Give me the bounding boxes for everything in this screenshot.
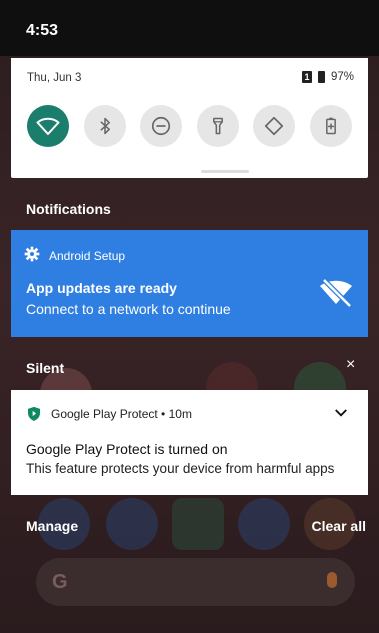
home-app-icon — [172, 498, 224, 550]
qs-date[interactable]: Thu, Jun 3 — [27, 72, 81, 84]
battery-icon — [317, 71, 325, 83]
chevron-down-icon[interactable] — [332, 404, 350, 422]
silent-section-header: Silent — [26, 360, 65, 376]
auto-rotate-icon — [265, 116, 284, 136]
qs-tiles — [27, 105, 352, 147]
battery-percent: 97% — [330, 71, 354, 83]
do-not-disturb-icon — [152, 116, 171, 136]
search-bar[interactable]: G — [36, 558, 355, 606]
clear-all-button[interactable]: Clear all — [312, 518, 366, 534]
shield-icon — [28, 406, 40, 421]
notification-app-name: Android Setup — [49, 249, 126, 263]
manage-button[interactable]: Manage — [26, 518, 78, 534]
qs-status-icons: 1 97% — [301, 71, 354, 83]
home-app-icon — [238, 498, 290, 550]
android-setup-notification[interactable]: Android Setup App updates are ready Conn… — [11, 230, 368, 337]
flashlight-icon — [212, 117, 223, 135]
notification-app-meta: Google Play Protect • 10m — [51, 407, 192, 421]
battery-saver-icon — [326, 117, 336, 135]
gear-icon — [24, 246, 40, 262]
wifi-tile[interactable] — [27, 105, 69, 147]
bluetooth-tile[interactable] — [83, 105, 126, 147]
close-icon[interactable]: × — [346, 356, 355, 374]
microphone-icon[interactable] — [327, 572, 337, 588]
qs-drag-handle[interactable] — [201, 170, 249, 173]
notification-title: App updates are ready — [26, 280, 177, 296]
home-app-icon — [106, 498, 158, 550]
notification-text: Connect to a network to continue — [26, 301, 231, 317]
notifications-header: Notifications — [26, 201, 111, 217]
auto-rotate-tile[interactable] — [253, 105, 296, 147]
status-bar: 4:53 — [0, 0, 379, 56]
play-protect-notification[interactable]: Google Play Protect • 10m Google Play Pr… — [11, 390, 368, 495]
notification-title: Google Play Protect is turned on — [26, 441, 228, 457]
sim-icon: 1 — [301, 71, 312, 83]
quick-settings-panel: Thu, Jun 3 1 97% — [11, 58, 368, 178]
bluetooth-icon — [99, 117, 110, 135]
wifi-off-icon — [320, 278, 352, 308]
notification-text: This feature protects your device from h… — [26, 461, 335, 476]
google-logo: G — [52, 571, 68, 593]
status-time: 4:53 — [26, 22, 59, 39]
wifi-icon — [36, 117, 60, 135]
flashlight-tile[interactable] — [196, 105, 239, 147]
dnd-tile[interactable] — [140, 105, 183, 147]
battery-saver-tile[interactable] — [309, 105, 352, 147]
